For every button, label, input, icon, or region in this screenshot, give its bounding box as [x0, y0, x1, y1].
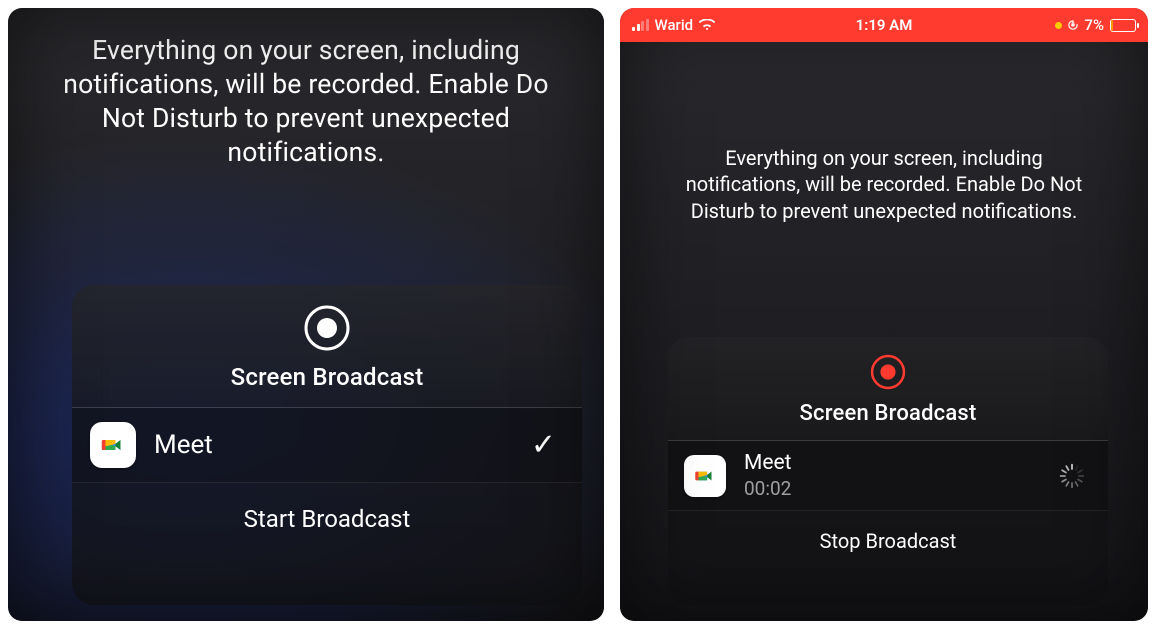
- broadcast-app-row-meet[interactable]: Meet 00:02: [668, 441, 1108, 511]
- broadcast-app-name: Meet: [154, 430, 213, 460]
- battery-fill: [1111, 20, 1113, 31]
- google-meet-icon: [684, 455, 726, 497]
- broadcast-sheet: Screen Broadcast Meet 00:02: [668, 337, 1108, 605]
- battery-icon: [1110, 19, 1136, 32]
- status-time: 1:19 AM: [620, 16, 1148, 34]
- screenshot-right: Warid 1:19 AM 7% Everything on your scre…: [620, 8, 1148, 621]
- status-bar: Warid 1:19 AM 7%: [620, 8, 1148, 42]
- record-active-icon: [867, 351, 909, 393]
- screenshot-left: Everything on your screen, including not…: [8, 8, 604, 621]
- spinner-icon: [1058, 462, 1086, 490]
- sheet-title: Screen Broadcast: [72, 363, 582, 391]
- start-broadcast-button[interactable]: Start Broadcast: [72, 483, 582, 557]
- record-icon: [302, 303, 352, 353]
- checkmark-icon: ✓: [531, 428, 556, 463]
- broadcast-app-row-meet[interactable]: Meet ✓: [72, 408, 582, 483]
- sheet-header: Screen Broadcast: [668, 337, 1108, 441]
- sheet-title: Screen Broadcast: [668, 401, 1108, 426]
- sheet-header: Screen Broadcast: [72, 285, 582, 408]
- google-meet-icon: [90, 422, 136, 468]
- stop-broadcast-button[interactable]: Stop Broadcast: [668, 511, 1108, 573]
- broadcast-app-name: Meet: [744, 451, 791, 475]
- broadcast-sheet: Screen Broadcast Meet ✓ Start Broadcast: [72, 285, 582, 605]
- broadcast-elapsed-time: 00:02: [744, 477, 791, 500]
- recording-warning-text: Everything on your screen, including not…: [8, 8, 604, 170]
- recording-warning-text: Everything on your screen, including not…: [620, 42, 1148, 224]
